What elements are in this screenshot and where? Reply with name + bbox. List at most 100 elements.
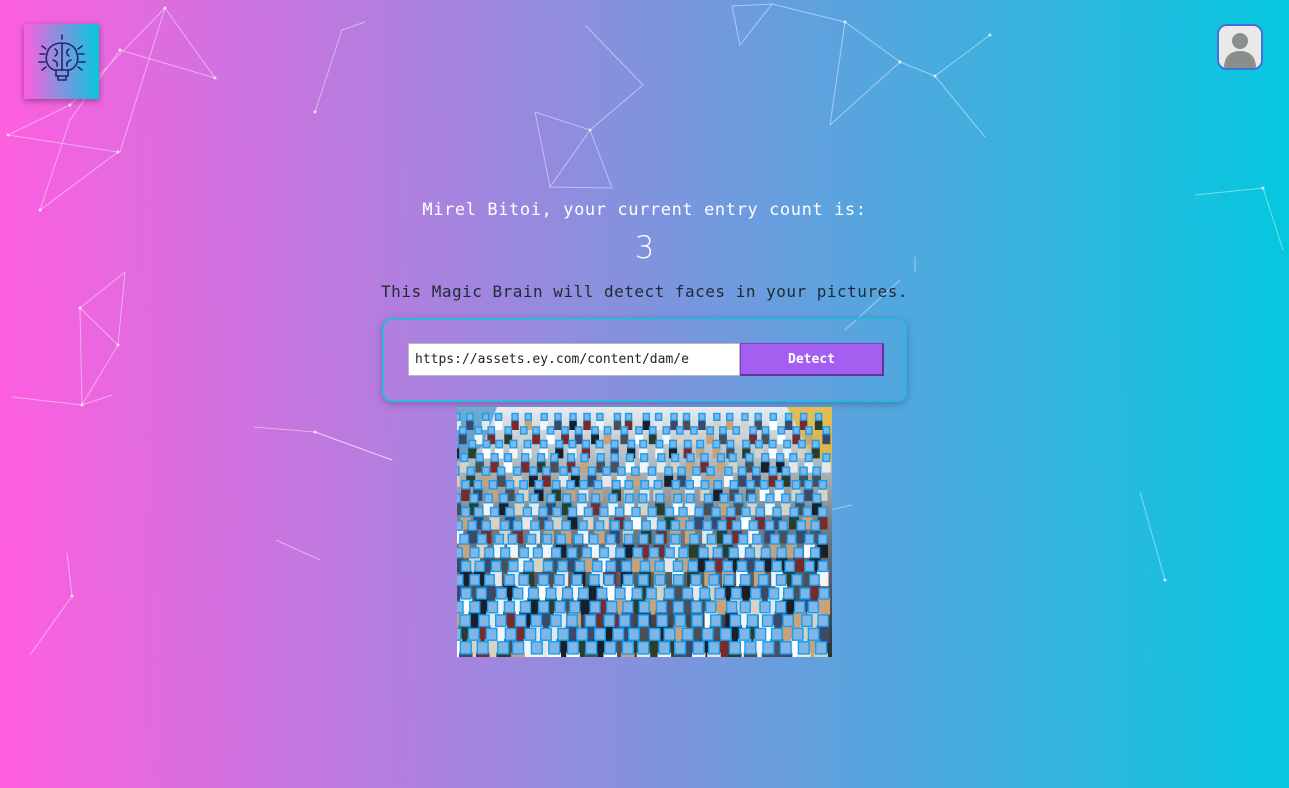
face-box (557, 627, 570, 641)
face-box (653, 479, 663, 490)
face-box (588, 533, 599, 545)
face-box (817, 533, 828, 545)
face-box (762, 641, 775, 655)
person-body (640, 460, 649, 473)
face-box (507, 533, 518, 545)
face-box (505, 479, 515, 490)
face-box (457, 520, 463, 531)
face-box (719, 426, 727, 435)
face-box (681, 627, 694, 641)
face-box (759, 600, 771, 614)
face-box (568, 439, 577, 449)
face-box (760, 547, 771, 559)
face-box (658, 641, 671, 655)
entry-count-message: Mirel Bitoi, your current entry count is… (422, 200, 867, 220)
face-box (801, 614, 813, 628)
face-box (494, 533, 505, 545)
face-box (722, 533, 733, 545)
face-box (635, 426, 643, 435)
face-box (494, 412, 503, 422)
face-box (484, 573, 495, 586)
face-box (638, 600, 650, 614)
face-box (722, 560, 733, 573)
face-box (561, 520, 571, 531)
face-box (495, 439, 504, 449)
face-box (805, 426, 813, 435)
face-box (791, 479, 801, 490)
face-box (804, 453, 813, 463)
logo[interactable] (24, 24, 99, 99)
face-box (625, 453, 635, 463)
face-box (523, 560, 534, 573)
face-box (603, 573, 615, 586)
face-box (457, 600, 464, 614)
face-box (497, 641, 510, 655)
face-box (748, 520, 759, 531)
face-box (536, 453, 546, 463)
face-box (504, 426, 513, 435)
face-box (591, 493, 601, 504)
face-box (566, 614, 578, 628)
face-box (546, 426, 555, 435)
face-box (639, 439, 648, 449)
face-box (709, 614, 722, 628)
face-box (664, 466, 673, 476)
profile-avatar-button[interactable] (1217, 24, 1263, 70)
face-box (584, 614, 597, 628)
face-box (552, 506, 562, 518)
face-box (714, 587, 726, 600)
face-box (610, 453, 619, 463)
face-box (640, 453, 649, 463)
person-body (814, 419, 823, 430)
face-box (675, 426, 684, 435)
face-box (580, 453, 589, 463)
face-box (457, 573, 464, 586)
face-box (731, 520, 742, 531)
face-box (608, 493, 618, 504)
face-box (550, 453, 559, 463)
face-box (807, 627, 820, 641)
face-box (529, 466, 538, 476)
face-box (804, 533, 815, 545)
face-box (783, 439, 792, 449)
person-body (554, 419, 562, 430)
detect-button[interactable]: Detect (740, 343, 884, 376)
face-box (537, 600, 550, 614)
face-box (631, 587, 643, 600)
face-box (810, 520, 821, 531)
face-box (605, 600, 618, 614)
face-box (527, 587, 539, 600)
face-box (467, 627, 480, 641)
person-body (550, 460, 559, 473)
face-box (546, 493, 556, 504)
face-box (593, 627, 606, 641)
face-box (594, 520, 605, 531)
face-box (656, 614, 668, 628)
face-box (764, 520, 775, 531)
face-box (690, 600, 703, 614)
face-box (475, 453, 484, 463)
face-box (637, 614, 650, 628)
image-url-input[interactable] (408, 343, 740, 376)
face-box (724, 466, 733, 476)
person-body (803, 488, 814, 501)
face-box (672, 573, 684, 586)
face-box (817, 506, 828, 518)
face-box (784, 560, 795, 573)
face-box (768, 587, 780, 600)
face-box (503, 453, 513, 463)
person-body (496, 474, 506, 487)
face-box (481, 412, 490, 422)
face-box (654, 573, 666, 586)
face-box (554, 600, 566, 614)
person-body (457, 446, 460, 459)
face-box (750, 587, 762, 600)
face-box (741, 506, 751, 518)
face-box (657, 453, 666, 463)
face-box (554, 412, 562, 422)
face-box (713, 479, 723, 490)
face-box (514, 614, 527, 628)
face-box (778, 520, 788, 531)
face-box (791, 627, 804, 641)
face-box (567, 547, 578, 559)
